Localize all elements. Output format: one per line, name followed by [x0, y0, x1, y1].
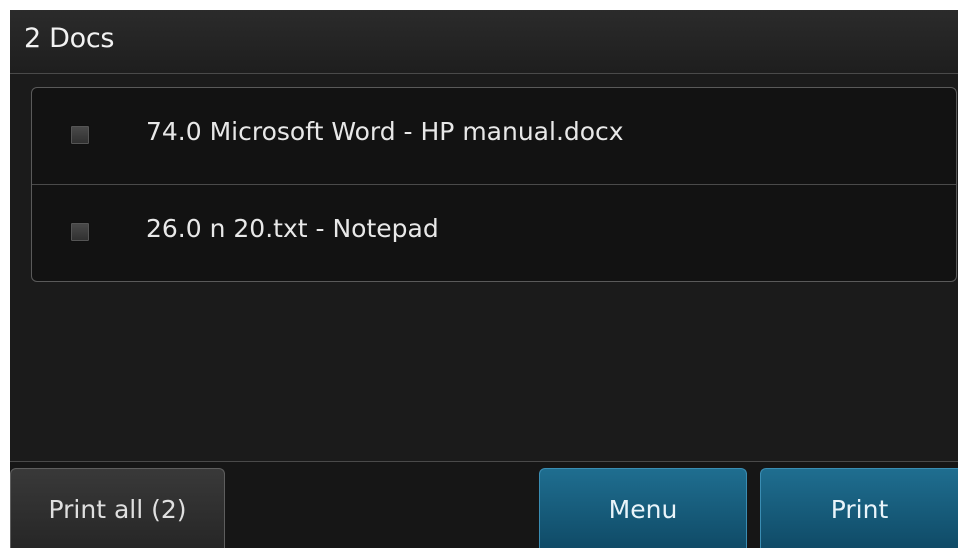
printer-screen: 2 Docs 74.0 Microsoft Word - HP manual.d…: [10, 10, 958, 548]
document-1-label: 74.0 Microsoft Word - HP manual.docx: [146, 117, 624, 146]
menu-button[interactable]: Menu: [539, 468, 747, 548]
print-all-button[interactable]: Print all (2): [10, 468, 225, 548]
document-1-checkbox[interactable]: [70, 125, 90, 145]
document-2-label: 26.0 n 20.txt - Notepad: [146, 214, 439, 243]
print-button[interactable]: Print: [760, 468, 958, 548]
document-2-checkbox[interactable]: [70, 222, 90, 242]
footer-bar: Print all (2) Menu Print: [10, 461, 958, 548]
page-title: 2 Docs: [24, 23, 115, 54]
list-item-document-2[interactable]: 26.0 n 20.txt - Notepad: [32, 185, 956, 281]
header-bar: 2 Docs: [10, 10, 958, 74]
list-item-document-1[interactable]: 74.0 Microsoft Word - HP manual.docx: [32, 88, 956, 185]
document-list: 74.0 Microsoft Word - HP manual.docx 26.…: [31, 87, 957, 282]
